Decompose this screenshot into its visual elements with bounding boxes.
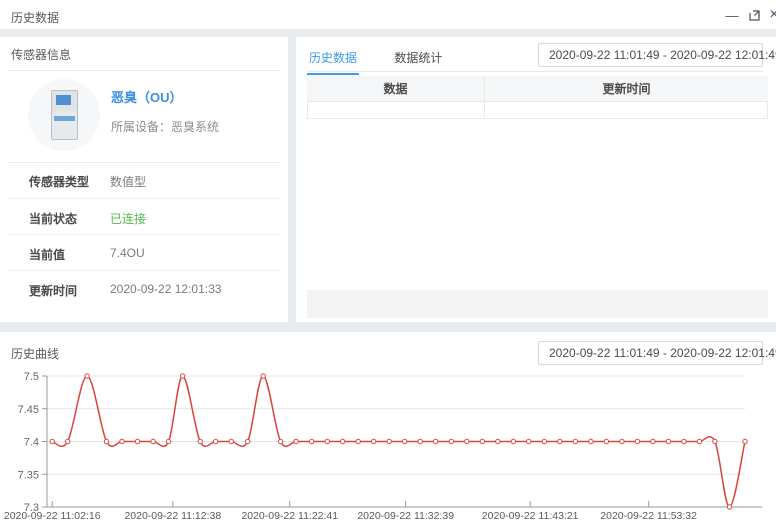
update-time-label: 更新时间 — [29, 282, 77, 299]
sensor-status-label: 当前状态 — [29, 210, 77, 227]
history-data-table: 数据 更新时间 — [307, 76, 768, 119]
date-range-picker[interactable]: 2020-09-22 11:01:49 - 2020-09-22 12:01:4… — [538, 43, 763, 67]
svg-text:2020-09-22 11:02:16: 2020-09-22 11:02:16 — [4, 510, 101, 522]
device-screen — [56, 95, 71, 105]
sensor-type-value: 数值型 — [110, 173, 146, 190]
svg-text:2020-09-22 11:12:38: 2020-09-22 11:12:38 — [124, 510, 221, 522]
tab-history-data[interactable]: 历史数据 — [307, 45, 359, 74]
table-row — [307, 102, 768, 119]
sensor-status-badge: 已连接 — [110, 210, 146, 227]
pagination-bar — [307, 290, 768, 318]
current-value: 7.4OU — [110, 246, 145, 260]
sensor-type-row: 传感器类型 数值型 — [8, 162, 280, 198]
device-label-strip — [54, 116, 75, 121]
column-header-data: 数据 — [307, 76, 485, 101]
svg-text:2020-09-22 11:53:32: 2020-09-22 11:53:32 — [600, 510, 697, 522]
history-data-panel: 历史数据 数据统计 2020-09-22 11:01:49 - 2020-09-… — [296, 37, 776, 322]
curve-date-range-value: 2020-09-22 11:01:49 - 2020-09-22 12:01:4… — [549, 346, 776, 360]
minimize-button[interactable]: — — [724, 0, 740, 30]
column-header-update-time: 更新时间 — [485, 76, 768, 101]
table-cell-data — [308, 102, 485, 118]
history-curve-chart: 7.37.357.47.457.52020-09-22 11:02:162020… — [0, 368, 776, 525]
history-curve-title: 历史曲线 — [11, 345, 59, 362]
history-curve-panel: 历史曲线 2020-09-22 11:01:49 - 2020-09-22 12… — [0, 332, 776, 525]
svg-text:7.5: 7.5 — [24, 371, 39, 383]
sensor-info-panel: 传感器信息 恶臭（OU） 所属设备：恶臭系统 传感器类型 数值型 当前状态 已连… — [0, 37, 288, 322]
window-titlebar: 历史数据 — × — [0, 0, 776, 30]
update-time-value: 2020-09-22 12:01:33 — [110, 282, 221, 296]
maximize-icon — [748, 9, 761, 22]
update-time-row: 更新时间 2020-09-22 12:01:33 — [8, 270, 280, 306]
tab-data-statistics[interactable]: 数据统计 — [392, 45, 444, 74]
svg-text:2020-09-22 11:32:39: 2020-09-22 11:32:39 — [357, 510, 454, 522]
sensor-parent-device: 所属设备：恶臭系统 — [111, 118, 219, 135]
svg-text:7.45: 7.45 — [18, 404, 39, 416]
sensor-name[interactable]: 恶臭（OU） — [111, 87, 183, 106]
table-cell-update-time — [485, 102, 767, 118]
sensor-detail-list: 传感器类型 数值型 当前状态 已连接 当前值 7.4OU 更新时间 2020-0… — [0, 162, 288, 306]
date-range-value: 2020-09-22 11:01:49 - 2020-09-22 12:01:4… — [549, 48, 776, 62]
svg-text:7.4: 7.4 — [24, 437, 39, 449]
sensor-type-label: 传感器类型 — [29, 173, 89, 190]
svg-text:7.35: 7.35 — [18, 469, 39, 481]
maximize-button[interactable] — [746, 0, 762, 30]
chart-area: 7.37.357.47.457.52020-09-22 11:02:162020… — [0, 368, 776, 525]
sensor-status-row: 当前状态 已连接 — [8, 198, 280, 234]
window-title: 历史数据 — [11, 9, 59, 26]
sensor-current-value-row: 当前值 7.4OU — [8, 234, 280, 270]
curve-date-range-picker[interactable]: 2020-09-22 11:01:49 - 2020-09-22 12:01:4… — [538, 341, 763, 365]
device-cabinet-icon — [51, 90, 78, 140]
current-value-label: 当前值 — [29, 246, 65, 263]
sensor-info-title: 传感器信息 — [11, 46, 71, 63]
sensor-device-image — [28, 79, 100, 151]
divider — [8, 70, 280, 71]
close-button[interactable]: × — [766, 0, 776, 30]
svg-text:2020-09-22 11:22:41: 2020-09-22 11:22:41 — [241, 510, 338, 522]
table-header-row: 数据 更新时间 — [307, 76, 768, 102]
svg-text:2020-09-22 11:43:21: 2020-09-22 11:43:21 — [482, 510, 579, 522]
